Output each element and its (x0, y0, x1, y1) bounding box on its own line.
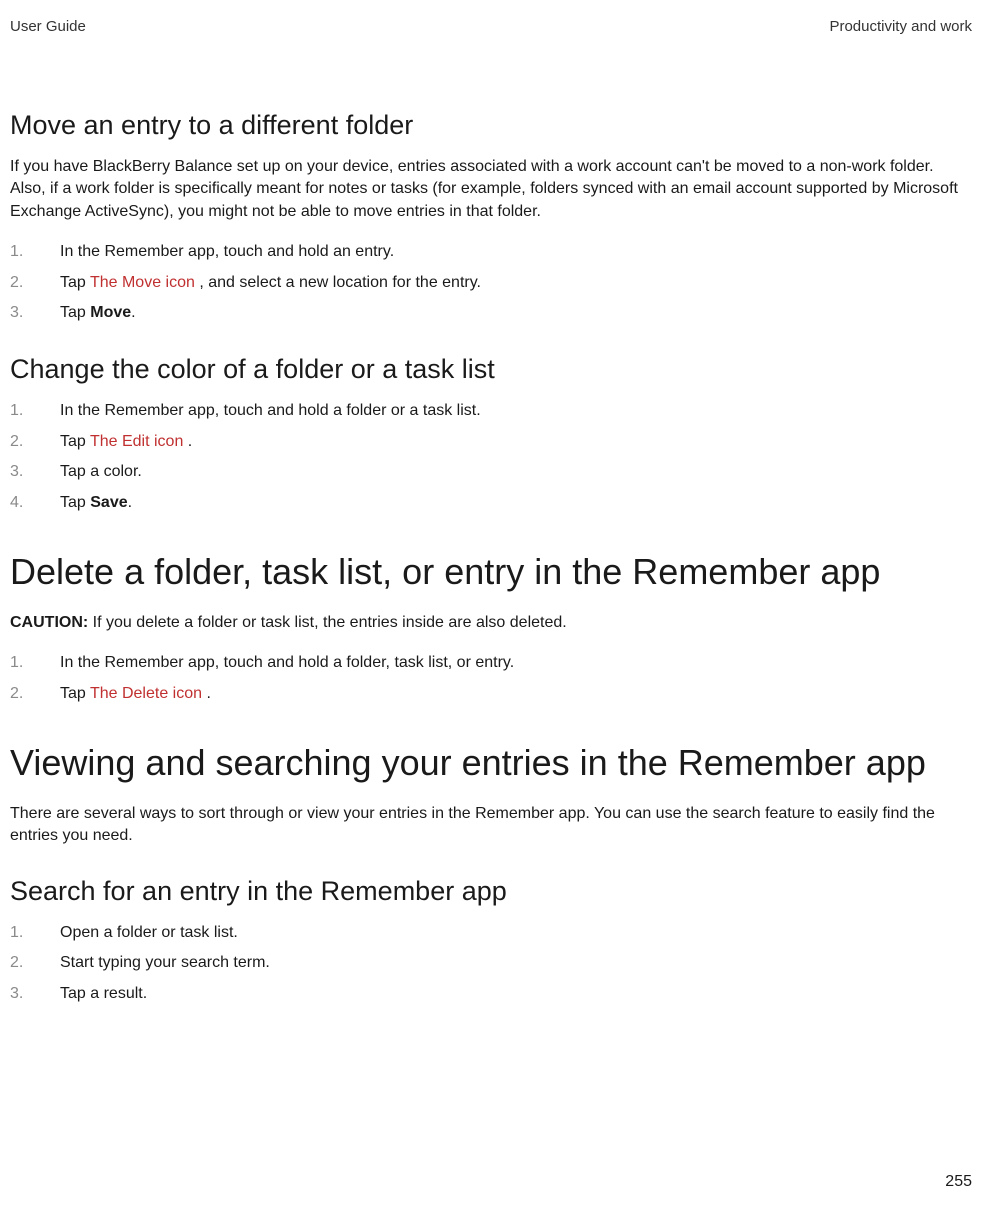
delete-icon: The Delete icon (90, 685, 207, 702)
edit-icon: The Edit icon (90, 433, 188, 450)
section3-step2: Tap The Delete icon . (10, 683, 972, 705)
section3-caution: CAUTION: If you delete a folder or task … (10, 612, 972, 634)
section3-title: Delete a folder, task list, or entry in … (10, 549, 972, 594)
section1-step1: In the Remember app, touch and hold an e… (10, 241, 972, 263)
section1-intro: If you have BlackBerry Balance set up on… (10, 156, 972, 223)
section5-step1: Open a folder or task list. (10, 922, 972, 944)
section2-steps: In the Remember app, touch and hold a fo… (10, 400, 972, 514)
section4-title: Viewing and searching your entries in th… (10, 740, 972, 785)
section3-step1: In the Remember app, touch and hold a fo… (10, 652, 972, 674)
section2-title: Change the color of a folder or a task l… (10, 354, 972, 385)
move-bold: Move (90, 304, 131, 321)
section2-step4: Tap Save. (10, 492, 972, 514)
step-text: Tap (60, 433, 90, 450)
step-text: Tap (60, 304, 90, 321)
step-text-suffix: . (206, 685, 210, 702)
section2-step3: Tap a color. (10, 461, 972, 483)
step-text: Tap (60, 274, 90, 291)
section2-step1: In the Remember app, touch and hold a fo… (10, 400, 972, 422)
section1-title: Move an entry to a different folder (10, 110, 972, 141)
step-text-suffix: . (131, 304, 135, 321)
caution-label: CAUTION: (10, 614, 93, 631)
step-text-suffix: . (188, 433, 192, 450)
caution-text: If you delete a folder or task list, the… (93, 614, 567, 631)
section5-step2: Start typing your search term. (10, 952, 972, 974)
step-text-suffix: , and select a new location for the entr… (199, 274, 481, 291)
step-text: Tap (60, 494, 90, 511)
section3-steps: In the Remember app, touch and hold a fo… (10, 652, 972, 705)
section4-intro: There are several ways to sort through o… (10, 803, 972, 848)
step-text: Tap (60, 685, 90, 702)
section2-step2: Tap The Edit icon . (10, 431, 972, 453)
header-right: Productivity and work (829, 18, 972, 35)
section5-steps: Open a folder or task list. Start typing… (10, 922, 972, 1005)
section1-steps: In the Remember app, touch and hold an e… (10, 241, 972, 324)
section1-step3: Tap Move. (10, 302, 972, 324)
page-number: 255 (945, 1173, 972, 1191)
page-header: User Guide Productivity and work (10, 18, 972, 35)
save-bold: Save (90, 494, 127, 511)
section1-step2: Tap The Move icon , and select a new loc… (10, 272, 972, 294)
step-text-suffix: . (128, 494, 132, 511)
section5-title: Search for an entry in the Remember app (10, 876, 972, 907)
section5-step3: Tap a result. (10, 983, 972, 1005)
header-left: User Guide (10, 18, 86, 35)
move-icon: The Move icon (90, 274, 199, 291)
